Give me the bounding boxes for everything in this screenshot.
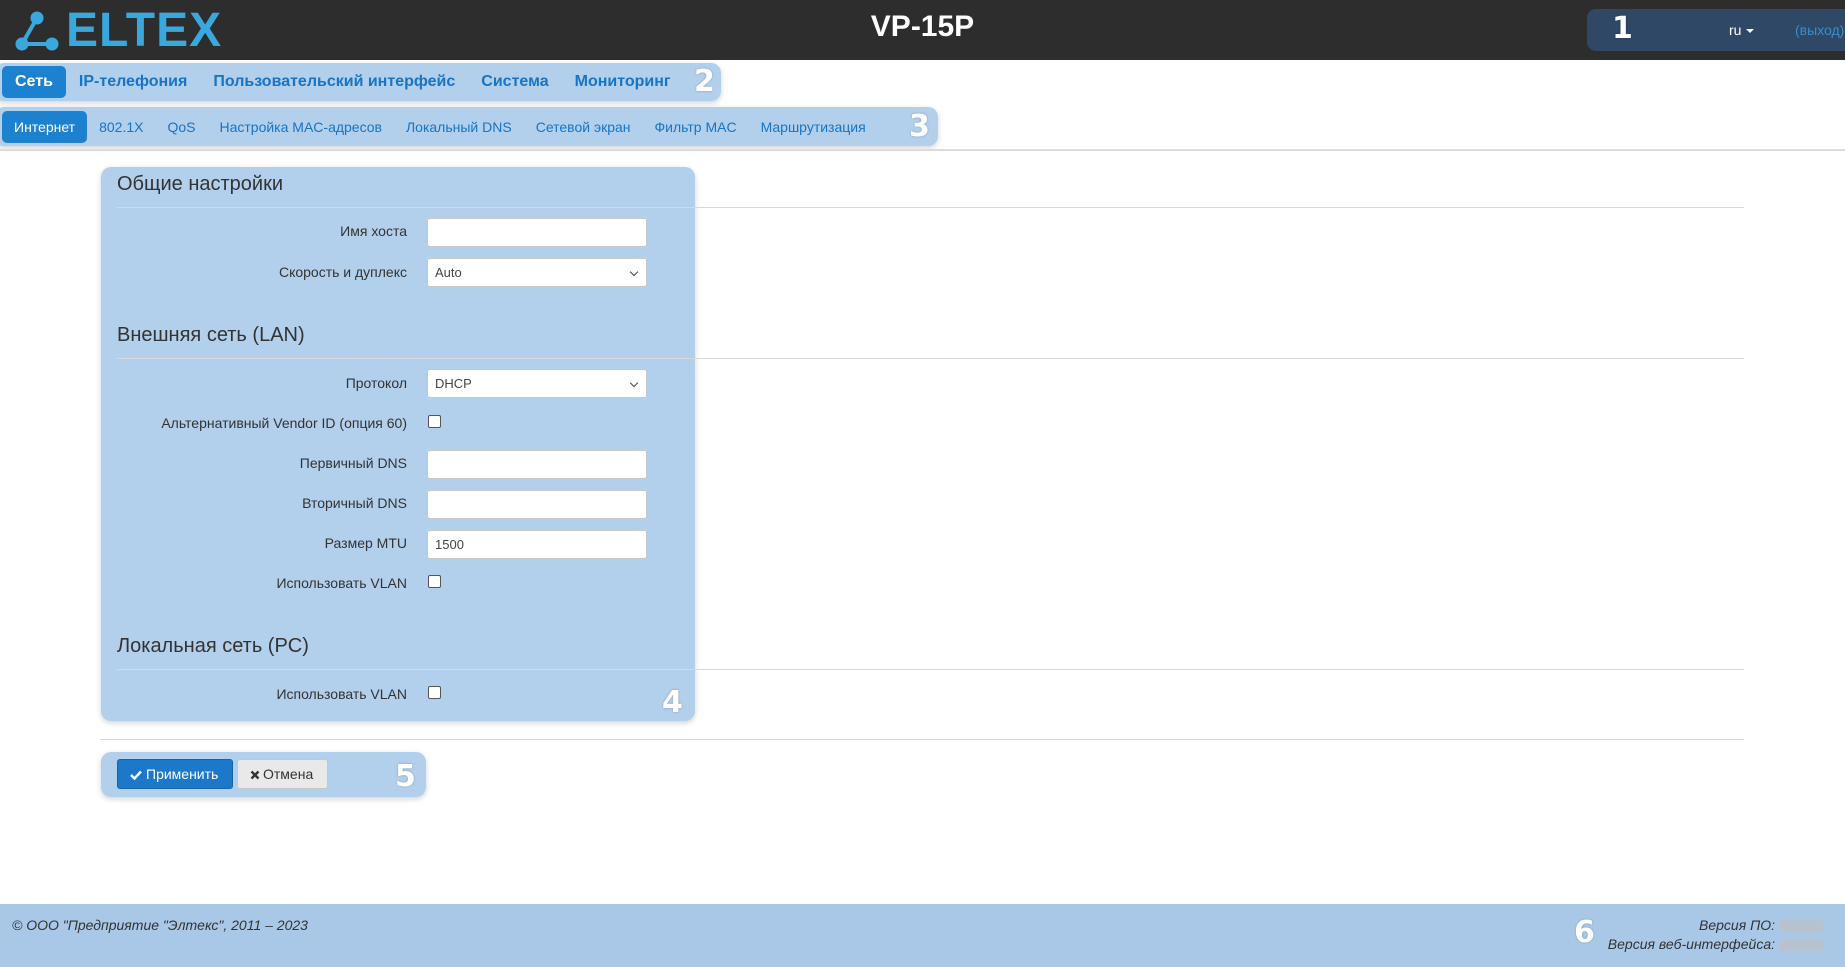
cancel-button[interactable]: Отмена — [237, 759, 328, 789]
speed-duplex-value: Auto — [435, 265, 462, 280]
firmware-version-label: Версия ПО: — [1699, 917, 1775, 933]
section-divider — [117, 207, 1744, 208]
nav-divider — [0, 149, 1845, 151]
tab-user-interface[interactable]: Пользовательский интерфейс — [200, 66, 468, 98]
check-icon — [130, 770, 142, 781]
close-icon — [250, 770, 260, 780]
subtab-mac-filter[interactable]: Фильтр MAC — [643, 111, 749, 143]
subtab-firewall[interactable]: Сетевой экран — [524, 111, 643, 143]
tab-system[interactable]: Система — [468, 66, 561, 98]
subtab-internet[interactable]: Интернет — [2, 111, 88, 143]
section-title-wan: Внешняя сеть (LAN) — [117, 324, 305, 346]
speed-duplex-label: Скорость и дуплекс — [278, 264, 407, 280]
section-title-general: Общие настройки — [117, 173, 283, 195]
callout-1: 1 — [1612, 11, 1633, 46]
main-nav: Сеть IP-телефония Пользовательский интер… — [0, 61, 684, 103]
copyright-text: © ООО "Предприятие "Элтекс", 2011 – 2023 — [12, 917, 308, 933]
mtu-label: Размер MTU — [324, 535, 407, 551]
wan-vlan-label: Использовать VLAN — [276, 575, 407, 591]
callout-5: 5 — [395, 759, 416, 794]
lan-vlan-label: Использовать VLAN — [276, 686, 407, 702]
tab-ip-telephony[interactable]: IP-телефония — [66, 66, 200, 98]
wan-vlan-checkbox[interactable] — [428, 575, 441, 588]
sub-nav: Интернет 802.1X QoS Настройка MAC-адресо… — [0, 110, 878, 144]
subtab-mac-settings[interactable]: Настройка MAC-адресов — [207, 111, 394, 143]
firmware-version-value-blurred — [1779, 920, 1825, 933]
tab-network[interactable]: Сеть — [2, 66, 66, 98]
subtab-8021x[interactable]: 802.1X — [87, 111, 155, 143]
form-bottom-divider — [100, 739, 1744, 740]
secondary-dns-input[interactable] — [427, 490, 647, 519]
primary-dns-label: Первичный DNS — [299, 455, 407, 471]
device-title: VP-15P — [870, 10, 975, 43]
language-dropdown[interactable]: ru — [1729, 22, 1755, 38]
subtab-routing[interactable]: Маршрутизация — [749, 111, 878, 143]
subtab-qos[interactable]: QoS — [155, 111, 207, 143]
speed-duplex-select[interactable]: Auto — [427, 258, 647, 287]
subtab-local-dns[interactable]: Локальный DNS — [394, 111, 524, 143]
web-version-label: Версия веб-интерфейса: — [1607, 936, 1775, 952]
protocol-select[interactable]: DHCP — [427, 369, 647, 398]
primary-dns-input[interactable] — [427, 450, 647, 479]
section-title-lan: Локальная сеть (PC) — [117, 635, 309, 657]
callout-3: 3 — [909, 109, 930, 144]
section-divider — [117, 358, 1744, 359]
language-label: ru — [1729, 22, 1742, 38]
cancel-button-label: Отмена — [263, 766, 314, 782]
caret-down-icon — [1746, 29, 1755, 34]
mtu-input[interactable] — [427, 530, 647, 559]
protocol-value: DHCP — [435, 376, 472, 391]
hostname-input[interactable] — [427, 218, 647, 247]
callout-2: 2 — [694, 64, 715, 99]
apply-button[interactable]: Применить — [117, 759, 233, 789]
tab-monitoring[interactable]: Мониторинг — [562, 66, 684, 98]
chevron-down-icon — [629, 267, 639, 277]
firmware-version: Версия ПО: — [1699, 917, 1825, 933]
vendor-id-checkbox[interactable] — [428, 415, 441, 428]
apply-button-label: Применить — [146, 766, 219, 782]
web-version: Версия веб-интерфейса: — [1608, 936, 1825, 952]
hostname-label: Имя хоста — [340, 223, 407, 239]
top-header: ELTEX VP-15P — [0, 0, 1845, 60]
section-divider — [117, 669, 1744, 670]
callout-4: 4 — [662, 685, 683, 720]
lan-vlan-checkbox[interactable] — [428, 686, 441, 699]
web-version-value-blurred — [1779, 939, 1825, 952]
protocol-label: Протокол — [345, 375, 407, 391]
secondary-dns-label: Вторичный DNS — [302, 495, 407, 511]
vendor-id-label: Альтернативный Vendor ID (опция 60) — [161, 415, 407, 431]
logout-link[interactable]: (выход) — [1795, 22, 1844, 38]
callout-6: 6 — [1574, 915, 1595, 950]
chevron-down-icon — [629, 378, 639, 388]
footer — [0, 904, 1845, 967]
